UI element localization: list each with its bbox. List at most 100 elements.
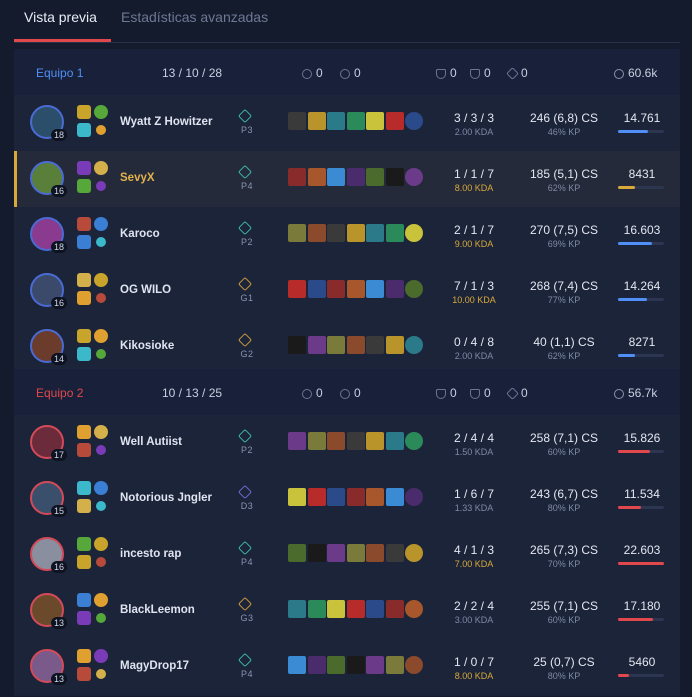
player-name[interactable]: Karoco xyxy=(120,228,160,240)
summoner-spell-2-icon[interactable] xyxy=(77,235,91,249)
trinket-icon[interactable] xyxy=(405,224,423,242)
summoner-spell-1-icon[interactable] xyxy=(77,273,91,287)
item-icon[interactable] xyxy=(288,488,306,506)
item-icon[interactable] xyxy=(307,112,326,130)
item-icon[interactable] xyxy=(346,544,365,562)
item-icon[interactable] xyxy=(366,600,384,618)
primary-rune-icon[interactable] xyxy=(94,273,108,287)
player-name[interactable]: BlackLeemon xyxy=(120,604,195,616)
item-icon[interactable] xyxy=(288,432,306,450)
trinket-icon[interactable] xyxy=(405,544,423,562)
item-icon[interactable] xyxy=(327,168,345,186)
item-icon[interactable] xyxy=(366,544,384,562)
primary-rune-icon[interactable] xyxy=(94,593,108,607)
item-icon[interactable] xyxy=(385,280,404,298)
item-icon[interactable] xyxy=(327,488,345,506)
player-name[interactable]: Notorious Jngler xyxy=(120,492,212,504)
summoner-spell-1-icon[interactable] xyxy=(77,217,91,231)
primary-rune-icon[interactable] xyxy=(94,537,108,551)
secondary-rune-icon[interactable] xyxy=(96,125,106,135)
item-icon[interactable] xyxy=(327,432,345,450)
player-name[interactable]: Wyatt Z Howitzer xyxy=(120,116,212,128)
summoner-spell-2-icon[interactable] xyxy=(77,667,91,681)
primary-rune-icon[interactable] xyxy=(94,425,108,439)
item-icon[interactable] xyxy=(346,224,365,242)
item-icon[interactable] xyxy=(385,168,404,186)
tab-overview[interactable]: Vista previa xyxy=(24,9,97,25)
item-icon[interactable] xyxy=(366,280,384,298)
item-icon[interactable] xyxy=(385,336,404,354)
player-row[interactable]: 16 incesto rap P4 4 / 1 / 3 7.00 KDA 265 (7,3… xyxy=(14,527,680,584)
tab-advanced-stats[interactable]: Estadísticas avanzadas xyxy=(121,9,268,25)
item-icon[interactable] xyxy=(366,224,384,242)
item-icon[interactable] xyxy=(346,432,365,450)
summoner-spell-2-icon[interactable] xyxy=(77,611,91,625)
item-icon[interactable] xyxy=(346,600,365,618)
item-icon[interactable] xyxy=(346,112,365,130)
summoner-spell-2-icon[interactable] xyxy=(77,179,91,193)
summoner-spell-1-icon[interactable] xyxy=(77,649,91,663)
player-name[interactable]: SevyX xyxy=(120,172,155,184)
summoner-spell-1-icon[interactable] xyxy=(77,593,91,607)
item-icon[interactable] xyxy=(366,168,384,186)
item-icon[interactable] xyxy=(366,336,384,354)
item-icon[interactable] xyxy=(288,600,306,618)
secondary-rune-icon[interactable] xyxy=(96,293,106,303)
item-icon[interactable] xyxy=(288,224,306,242)
item-icon[interactable] xyxy=(346,280,365,298)
player-name[interactable]: Kikosioke xyxy=(120,340,174,352)
player-row[interactable]: 14 Kikosioke G2 0 / 4 / 8 2.00 KDA 40 (1,1) C… xyxy=(14,319,680,376)
primary-rune-icon[interactable] xyxy=(94,329,108,343)
summoner-spell-1-icon[interactable] xyxy=(77,425,91,439)
summoner-spell-2-icon[interactable] xyxy=(77,499,91,513)
secondary-rune-icon[interactable] xyxy=(96,557,106,567)
item-icon[interactable] xyxy=(327,224,345,242)
item-icon[interactable] xyxy=(288,280,306,298)
primary-rune-icon[interactable] xyxy=(94,161,108,175)
item-icon[interactable] xyxy=(288,336,306,354)
item-icon[interactable] xyxy=(288,544,306,562)
trinket-icon[interactable] xyxy=(405,112,423,130)
summoner-spell-1-icon[interactable] xyxy=(77,105,91,119)
item-icon[interactable] xyxy=(307,544,326,562)
primary-rune-icon[interactable] xyxy=(94,105,108,119)
secondary-rune-icon[interactable] xyxy=(96,181,106,191)
item-icon[interactable] xyxy=(327,544,345,562)
summoner-spell-1-icon[interactable] xyxy=(77,161,91,175)
summoner-spell-2-icon[interactable] xyxy=(77,291,91,305)
item-icon[interactable] xyxy=(385,656,404,674)
secondary-rune-icon[interactable] xyxy=(96,501,106,511)
trinket-icon[interactable] xyxy=(405,488,423,506)
summoner-spell-1-icon[interactable] xyxy=(77,481,91,495)
item-icon[interactable] xyxy=(385,432,404,450)
item-icon[interactable] xyxy=(385,488,404,506)
trinket-icon[interactable] xyxy=(405,280,423,298)
summoner-spell-1-icon[interactable] xyxy=(77,329,91,343)
primary-rune-icon[interactable] xyxy=(94,649,108,663)
trinket-icon[interactable] xyxy=(405,656,423,674)
player-name[interactable]: OG WILO xyxy=(120,284,171,296)
item-icon[interactable] xyxy=(327,600,345,618)
secondary-rune-icon[interactable] xyxy=(96,349,106,359)
item-icon[interactable] xyxy=(307,336,326,354)
item-icon[interactable] xyxy=(346,488,365,506)
item-icon[interactable] xyxy=(385,112,404,130)
item-icon[interactable] xyxy=(288,656,306,674)
item-icon[interactable] xyxy=(366,112,384,130)
player-row[interactable]: 18 Karoco P2 2 / 1 / 7 9.00 KDA 270 (7,5) CS 6… xyxy=(14,207,680,264)
summoner-spell-2-icon[interactable] xyxy=(77,347,91,361)
item-icon[interactable] xyxy=(288,168,306,186)
item-icon[interactable] xyxy=(366,488,384,506)
item-icon[interactable] xyxy=(288,112,306,130)
secondary-rune-icon[interactable] xyxy=(96,669,106,679)
player-row[interactable]: 18 Wyatt Z Howitzer P3 3 / 3 / 3 2.00 KDA 246… xyxy=(14,95,680,152)
player-row[interactable]: 13 MagyDrop17 P4 1 / 0 / 7 8.00 KDA 25 (0,7) … xyxy=(14,639,680,696)
summoner-spell-2-icon[interactable] xyxy=(77,443,91,457)
player-row[interactable]: 16 SevyX P4 1 / 1 / 7 8.00 KDA 185 (5,1) CS 62… xyxy=(14,151,680,208)
summoner-spell-2-icon[interactable] xyxy=(77,555,91,569)
item-icon[interactable] xyxy=(307,280,326,298)
secondary-rune-icon[interactable] xyxy=(96,445,106,455)
player-row[interactable]: 13 BlackLeemon G3 2 / 2 / 4 3.00 KDA 255 (7,1… xyxy=(14,583,680,640)
primary-rune-icon[interactable] xyxy=(94,481,108,495)
item-icon[interactable] xyxy=(385,544,404,562)
